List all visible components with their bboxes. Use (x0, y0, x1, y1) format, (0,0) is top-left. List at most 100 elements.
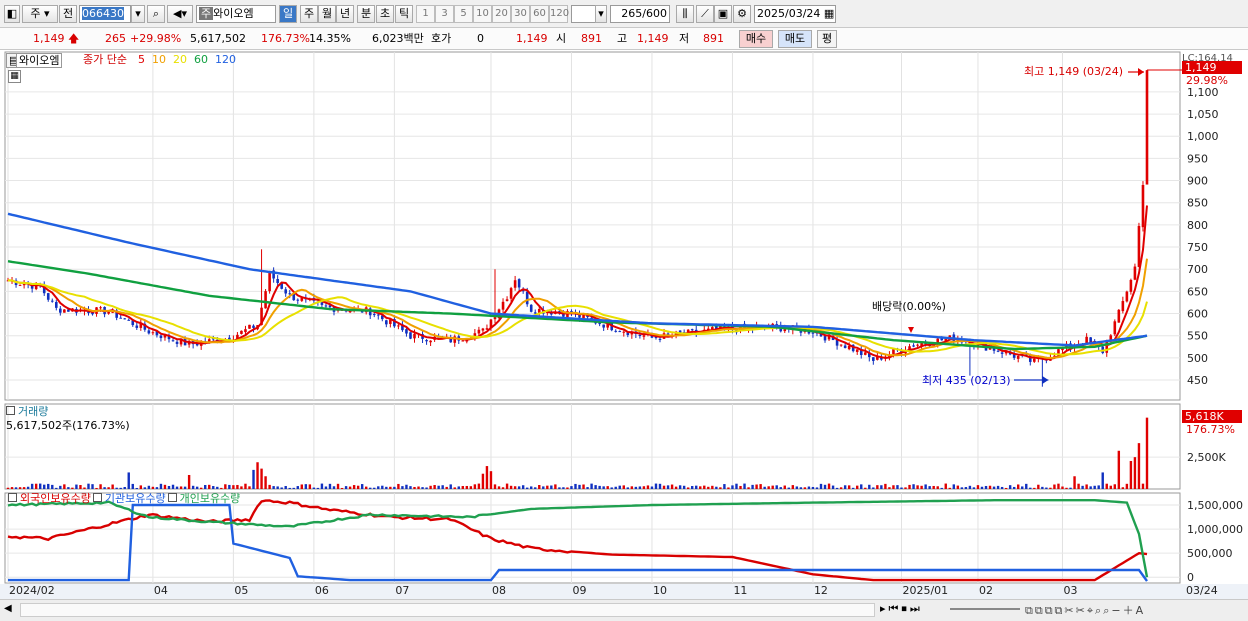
volume-bar (666, 485, 670, 489)
volume-bar (332, 486, 336, 489)
volume-bar (453, 487, 456, 489)
holding-line-2 (7, 499, 1149, 578)
volume-bar (155, 487, 159, 489)
candle-body (405, 329, 408, 334)
y-tick-label: 700 (1187, 263, 1208, 276)
candle-body (288, 293, 292, 295)
volume-bar (940, 487, 943, 489)
candle-body (372, 314, 376, 316)
volume-bar (469, 486, 473, 489)
volume-bar (908, 484, 911, 489)
volume-bar (1117, 450, 1121, 489)
volume-bar (115, 487, 118, 489)
x-axis-band (0, 584, 1248, 599)
volume-bar (441, 485, 444, 489)
volume-bar (248, 486, 251, 489)
volume-bar (360, 484, 364, 489)
candle-body (614, 330, 618, 332)
volume-bar (167, 485, 171, 489)
volume-bar (1037, 484, 1040, 489)
dividend-marker (908, 327, 914, 333)
holding-legend-2: 개인보유수량 (179, 492, 241, 505)
volume-bar (393, 486, 396, 489)
volume-bar (1029, 487, 1032, 489)
volume-bar (417, 486, 420, 489)
ma-label[interactable]: 종가 단순 (83, 53, 127, 66)
volume-bar (727, 487, 730, 489)
volume-bar (99, 484, 102, 489)
volume-bar (876, 485, 879, 489)
volume-bar (996, 485, 1000, 489)
volume-bar (670, 484, 674, 489)
x-tick-label: 07 (395, 584, 409, 597)
horizontal-scrollbar[interactable] (20, 603, 875, 617)
volume-bar (1000, 486, 1004, 489)
volume-bar (43, 484, 46, 489)
volume-bar (964, 487, 968, 489)
volume-bar (445, 486, 448, 489)
volume-bar (554, 484, 557, 489)
volume-bar (421, 487, 424, 489)
tool-icons[interactable]: ⧉⧉⧉⧉✂✂⌖⌕⌕−＋A (1025, 602, 1145, 618)
volume-bar (107, 487, 110, 489)
candle-body (244, 329, 247, 333)
candle-body (690, 329, 694, 331)
volume-bar (851, 487, 855, 489)
scroll-left-icon[interactable]: ◀ (4, 603, 18, 617)
ma-legend-5: 5 (138, 53, 145, 66)
volume-bar (1061, 486, 1064, 489)
x-tick-label: 2025/01 (902, 584, 948, 597)
high-arrow-head (1138, 68, 1144, 76)
nav-buttons[interactable]: ▸⏮⏹⏭ (880, 602, 923, 616)
volume-bar (984, 485, 988, 489)
volume-bar (199, 487, 203, 489)
volume-bar (1057, 483, 1060, 489)
y-tick-label: 850 (1187, 197, 1208, 210)
volume-bar (1053, 484, 1056, 489)
y-tick-label: 450 (1187, 374, 1208, 387)
moving-average-lines (7, 205, 1148, 361)
volume-bar (992, 486, 996, 489)
volume-bar (944, 483, 947, 489)
volume-bar (151, 486, 155, 489)
calculator-icon[interactable]: ▦ (8, 70, 21, 83)
volume-bar (715, 486, 718, 489)
y-tick-label: 600 (1187, 308, 1208, 321)
candle-body (996, 350, 1000, 352)
stock-chart[interactable]: 2024/02 04 05 06 07 08 09 10 11 12 2025/01 02 03 03/2… (0, 0, 1248, 621)
stock-tag[interactable]: 와이오엠 (16, 53, 63, 68)
volume-bar (839, 487, 843, 489)
volume-bar (473, 484, 477, 489)
candle-body (429, 340, 432, 343)
volume-bar (513, 486, 517, 489)
volume-bar (55, 487, 58, 489)
volume-bar (389, 486, 392, 489)
volume-bar (1069, 487, 1072, 489)
volume-bar (268, 484, 271, 489)
volume-bar (767, 486, 770, 489)
volume-bar (413, 486, 416, 489)
volume-bar (67, 487, 70, 489)
volume-bar (312, 487, 316, 489)
candle-body (493, 317, 497, 320)
volume-bar (755, 484, 758, 489)
candle-body (1141, 184, 1145, 228)
candle-body (509, 288, 513, 299)
volume-bar (449, 484, 452, 489)
volume-bar (1077, 483, 1080, 489)
candle-body (602, 324, 605, 328)
candle-body (252, 325, 255, 328)
y-tick-label: 500 (1187, 352, 1208, 365)
volume-bar (823, 484, 827, 489)
volume-bar (316, 487, 320, 489)
volume-bar (771, 485, 774, 489)
zoom-slider[interactable] (950, 608, 1020, 610)
volume-bar (835, 487, 839, 489)
x-tick-label: 12 (814, 584, 828, 597)
volume-bar (373, 487, 376, 489)
candle-body (107, 311, 110, 314)
candle-body (1121, 301, 1125, 312)
candle-body (839, 344, 843, 346)
volume-bar (26, 486, 30, 489)
volume-bar (521, 485, 525, 489)
